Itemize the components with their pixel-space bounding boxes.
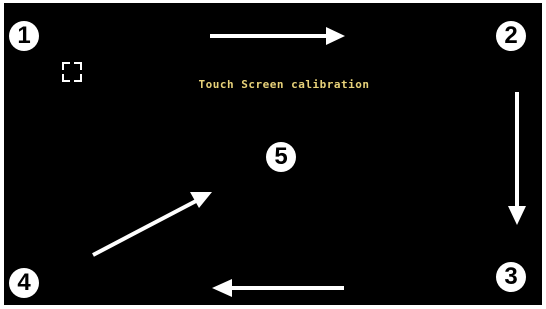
step-1-badge: 1	[9, 21, 39, 51]
arrow-down-head	[508, 206, 526, 225]
step-2-badge: 2	[496, 21, 526, 51]
arrow-left-head	[212, 279, 232, 297]
step-4-badge: 4	[9, 268, 39, 298]
arrow-up-right-head	[190, 192, 212, 208]
step-3-badge: 3	[496, 262, 526, 292]
arrow-right-head	[326, 27, 345, 45]
arrow-up-right-icon	[92, 199, 197, 257]
step-5-badge: 5	[266, 142, 296, 172]
